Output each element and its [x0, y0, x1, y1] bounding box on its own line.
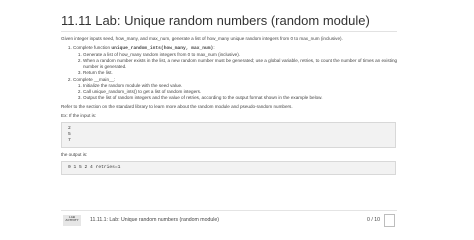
substep-item: When a random number exists in the list,… [83, 58, 401, 70]
steps-list: Complete function unique_random_ints(how… [61, 45, 401, 101]
score-text: 0 / 10 [367, 217, 380, 223]
step-suffix: : [114, 77, 116, 82]
output-line: 0 1 5 2 4 retries=1 [68, 165, 121, 170]
intro-text: Given integer inputs seed, how_many, and… [61, 36, 343, 41]
lab-page: 11.11 Lab: Unique random numbers (random… [0, 0, 474, 227]
lab-activity-badge: LAB ACTIVITY [63, 215, 81, 226]
step-item: Complete function unique_random_ints(how… [73, 45, 401, 76]
example-input-box: 2 5 7 [61, 122, 396, 148]
header: 11.11 Lab: Unique random numbers (random… [61, 13, 471, 33]
output-label: the output is: [61, 152, 88, 157]
page-title: 11.11 Lab: Unique random numbers (random… [61, 13, 370, 28]
function-signature: unique_random_ints(how_many, max_num) [111, 46, 214, 51]
title-divider [61, 31, 397, 32]
example-label: Ex: If the input is: [61, 113, 97, 118]
lab-description: Given integer inputs seed, how_many, and… [61, 36, 401, 179]
step-suffix: : [213, 45, 215, 50]
lab-activity-bar[interactable]: LAB ACTIVITY 11.11.1: Lab: Unique random… [61, 210, 397, 228]
substeps-list: Generate a list of how_many random integ… [73, 52, 401, 76]
lab-activity-title: 11.11.1: Lab: Unique random numbers (ran… [90, 217, 219, 223]
main-code: __main__ [93, 77, 115, 82]
example-output-box: 0 1 5 2 4 retries=1 [61, 161, 396, 175]
score-indicator [384, 214, 395, 227]
refer-text: Refer to the section on the standard lib… [61, 104, 293, 109]
step-item: Complete __main__: Initialize the random… [73, 77, 401, 101]
input-line: 7 [68, 138, 71, 143]
substep-item: Output the list of random integers and t… [83, 95, 401, 101]
substeps-list: Initialize the random module with the se… [73, 83, 401, 101]
step-prefix: Complete [73, 77, 94, 82]
step-prefix: Complete function [73, 45, 112, 50]
badge-line: ACTIVITY [65, 218, 79, 223]
substep-item: Return the list. [83, 70, 401, 76]
